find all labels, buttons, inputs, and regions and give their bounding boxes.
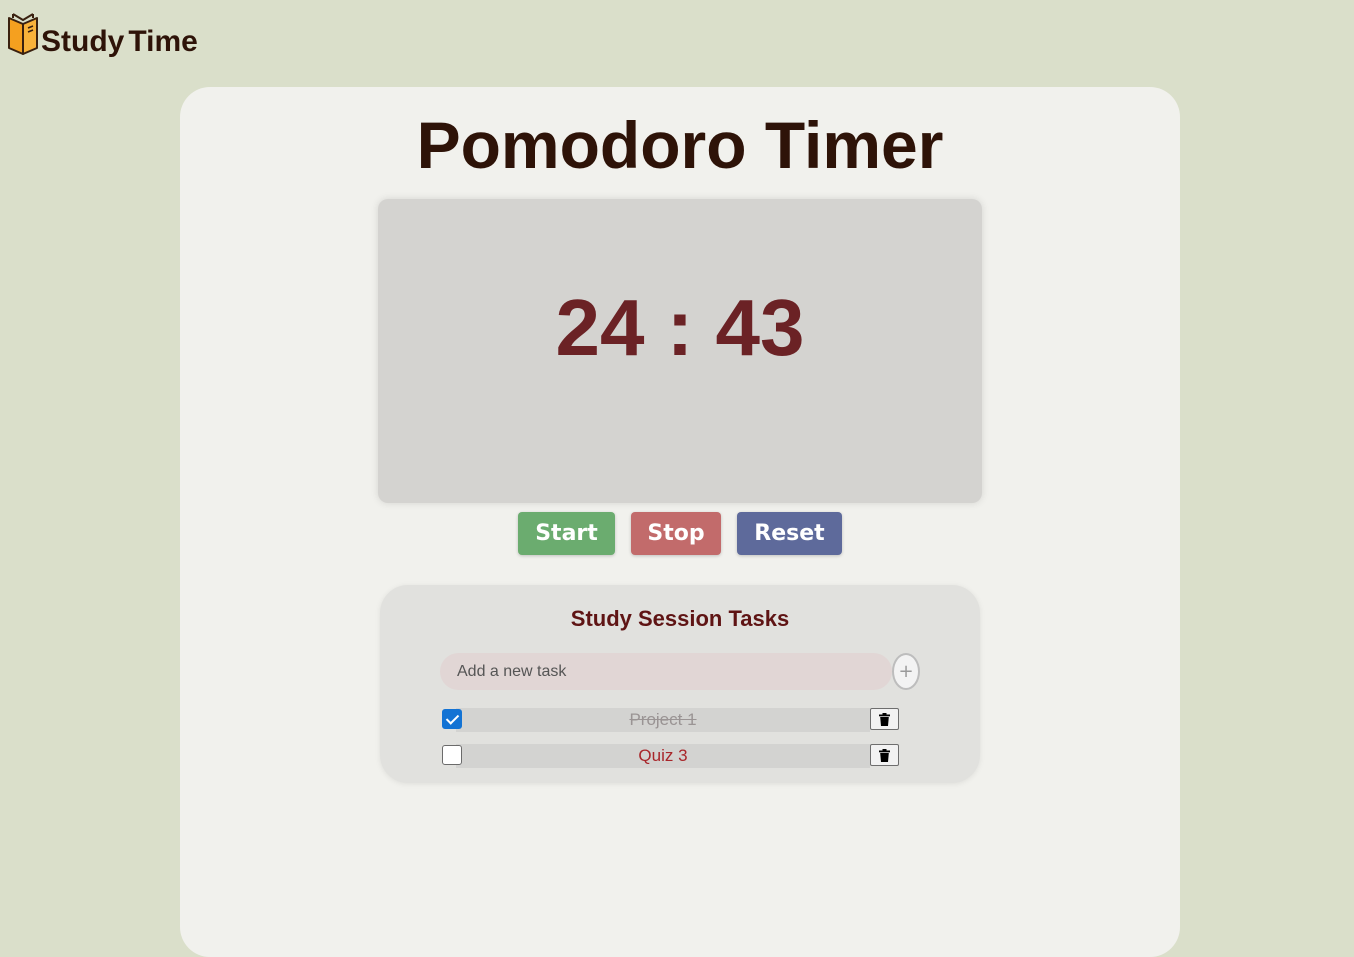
main-panel: Pomodoro Timer 24 : 43 Start Stop Reset …: [180, 87, 1180, 957]
brand-name-time: Time: [128, 25, 198, 58]
timer-display: 24 : 43: [555, 283, 805, 372]
add-task-button[interactable]: +: [892, 653, 920, 690]
brand[interactable]: Study Time: [6, 8, 198, 58]
delete-task-button[interactable]: [870, 744, 899, 766]
task-label: Project 1: [629, 710, 697, 729]
timer-controls: Start Stop Reset: [180, 512, 1180, 555]
brand-name: Study Time: [41, 27, 198, 58]
book-icon: [8, 13, 38, 55]
task-item: Quiz 3: [442, 743, 900, 769]
trash-icon: [879, 748, 890, 762]
stop-button[interactable]: Stop: [631, 512, 721, 555]
tasks-title: Study Session Tasks: [570, 606, 790, 631]
task-item: Project 1: [442, 707, 900, 733]
trash-icon: [879, 712, 890, 726]
timer-box: 24 : 43: [378, 199, 982, 503]
delete-task-button[interactable]: [870, 708, 899, 730]
tasks-panel: Study Session Tasks + Project 1 Quiz 3: [380, 585, 980, 783]
page-title: Pomodoro Timer: [416, 108, 944, 182]
brand-name-study: Study: [41, 25, 125, 58]
reset-button[interactable]: Reset: [737, 512, 842, 555]
plus-icon: +: [898, 660, 914, 682]
task-label: Quiz 3: [638, 746, 688, 765]
start-button[interactable]: Start: [518, 512, 615, 555]
task-input[interactable]: [440, 653, 892, 690]
